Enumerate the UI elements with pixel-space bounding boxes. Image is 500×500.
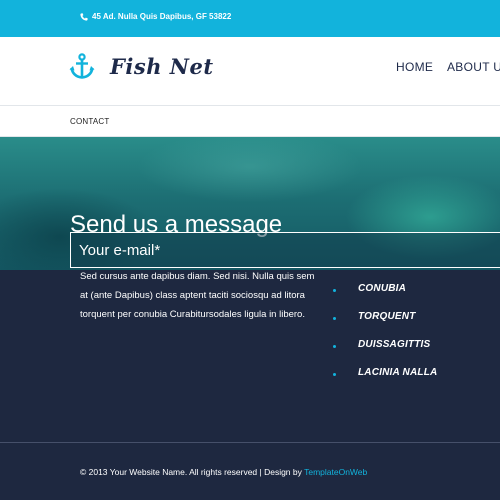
list-item[interactable]: DUISSAGITTIS [333, 330, 437, 358]
copyright: © 2013 Your Website Name. All rights res… [80, 467, 367, 477]
anchor-icon[interactable] [68, 53, 96, 81]
link-duissagittis[interactable]: DUISSAGITTIS [358, 339, 430, 350]
nav-contact[interactable]: CONTACT [70, 117, 109, 126]
link-list: CONUBIA TORQUENT DUISSAGITTIS LACINIA NA… [333, 274, 437, 386]
bullet-icon [333, 344, 336, 348]
list-item[interactable]: TORQUENT [333, 302, 437, 330]
nav-about-us[interactable]: ABOUT US [447, 60, 500, 74]
copyright-text: © 2013 Your Website Name. All rights res… [80, 467, 305, 477]
bullet-icon [333, 316, 336, 320]
content-section: Sed cursus ante dapibus diam. Sed nisi. … [0, 270, 500, 500]
link-lacinia-nalla[interactable]: LACINIA NALLA [358, 367, 437, 378]
top-bar: 45 Ad. Nulla Quis Dapibus, GF 53822 [0, 0, 500, 37]
designer-link[interactable]: TemplateOnWeb [304, 467, 367, 477]
address-text: 45 Ad. Nulla Quis Dapibus, GF 53822 [92, 12, 232, 21]
list-item[interactable]: CONUBIA [333, 274, 437, 302]
address: 45 Ad. Nulla Quis Dapibus, GF 53822 [80, 12, 231, 21]
footer-divider [0, 442, 500, 443]
intro-paragraph: Sed cursus ante dapibus diam. Sed nisi. … [80, 271, 315, 320]
bullet-icon [333, 372, 336, 376]
nav-home[interactable]: HOME [396, 60, 433, 74]
email-field[interactable] [70, 232, 500, 268]
sub-navigation: CONTACT [0, 106, 500, 136]
bullet-icon [333, 288, 336, 292]
email-input[interactable] [71, 233, 500, 267]
phone-icon [80, 12, 88, 21]
link-torquent[interactable]: TORQUENT [358, 311, 416, 322]
link-conubia[interactable]: CONUBIA [358, 283, 406, 294]
site-header: Fish Net HOME ABOUT US [0, 37, 500, 105]
list-item[interactable]: LACINIA NALLA [333, 358, 437, 386]
site-logo-text[interactable]: Fish Net [110, 54, 214, 79]
